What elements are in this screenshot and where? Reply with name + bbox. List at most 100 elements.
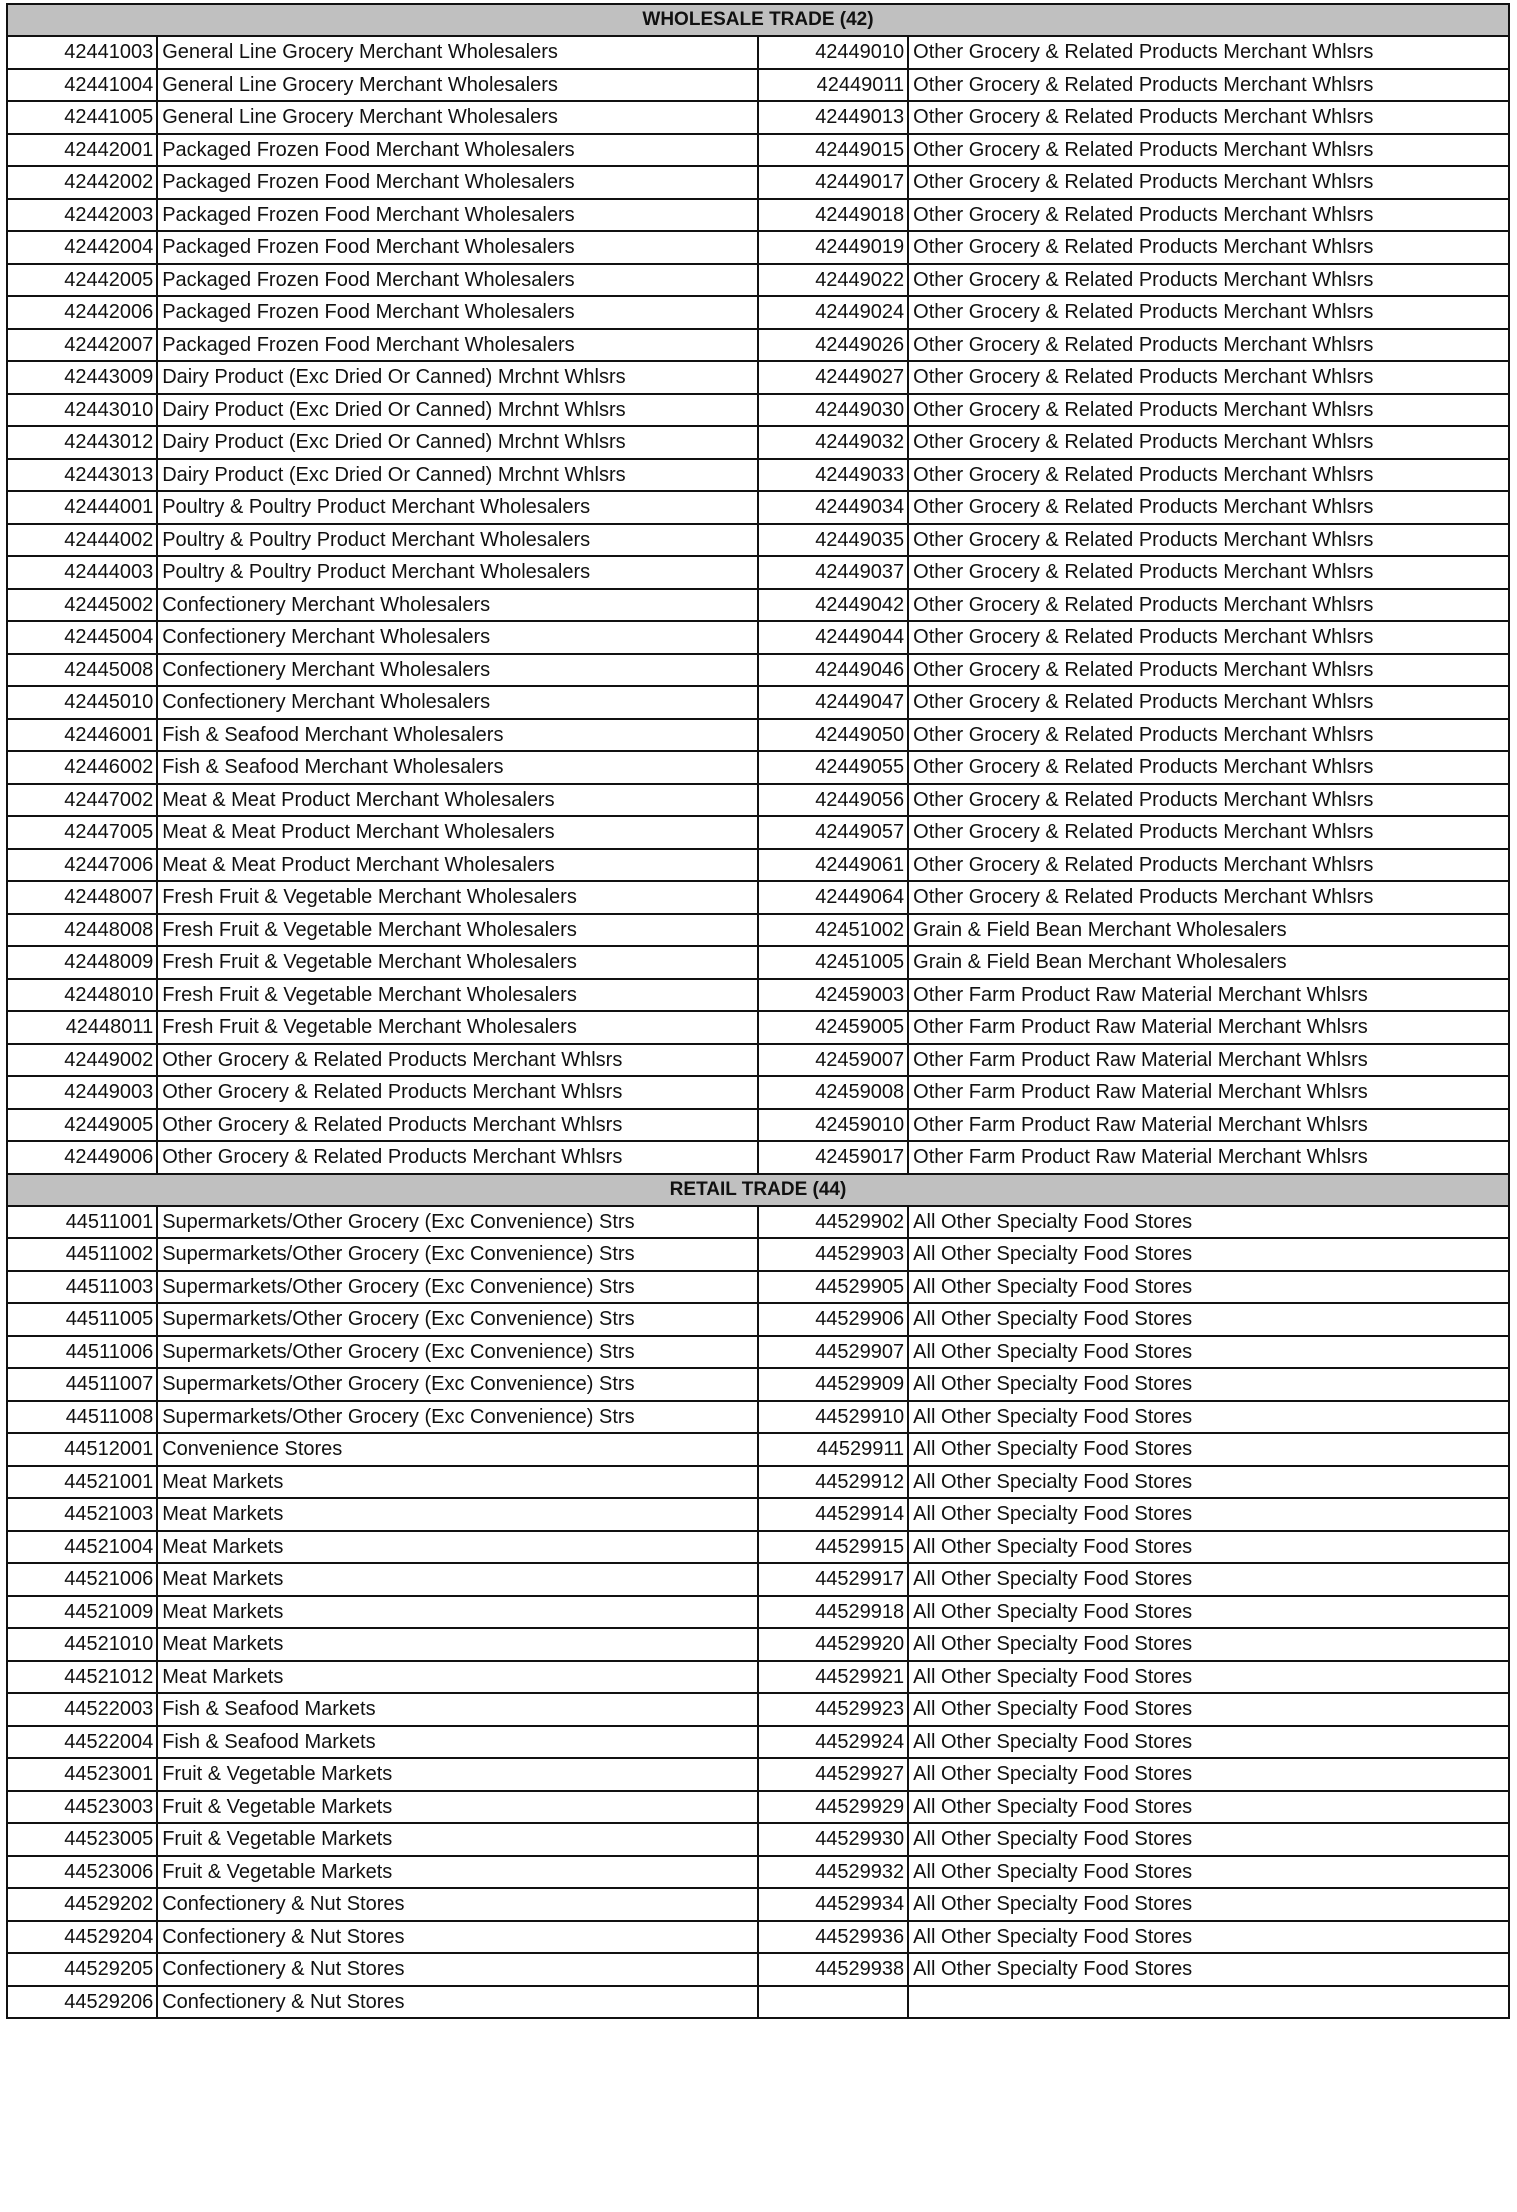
table-row: 42442002 Packaged Frozen Food Merchant Wh… xyxy=(5,165,1510,200)
right-code-cell: 44529934 xyxy=(756,1887,910,1922)
left-description-cell: General Line Grocery Merchant Wholesaler… xyxy=(156,35,759,70)
left-code-cell: 42444003 xyxy=(5,555,159,590)
table-row: 42444003 Poultry & Poultry Product Mercha… xyxy=(5,555,1510,590)
left-code-cell: 42442004 xyxy=(5,230,159,265)
right-code-cell: 42449057 xyxy=(756,815,910,850)
left-code-cell: 44521012 xyxy=(5,1659,159,1694)
left-code-cell: 42448008 xyxy=(5,912,159,947)
right-description-cell: Other Grocery & Related Products Merchan… xyxy=(907,197,1510,232)
right-code-cell: 42459010 xyxy=(756,1107,910,1142)
table-row: 44529202 Confectionery & Nut Stores 445299… xyxy=(5,1887,1510,1922)
right-description-cell: Other Farm Product Raw Material Merchant… xyxy=(907,1010,1510,1045)
right-code-cell: 44529920 xyxy=(756,1627,910,1662)
left-description-cell: Meat & Meat Product Merchant Wholesalers xyxy=(156,782,759,817)
left-description-cell: Other Grocery & Related Products Merchan… xyxy=(156,1075,759,1110)
right-code-cell: 44529938 xyxy=(756,1952,910,1987)
left-code-cell: 42441005 xyxy=(5,100,159,135)
right-code-cell: 44529930 xyxy=(756,1822,910,1857)
right-code-cell: 42449064 xyxy=(756,880,910,915)
table-row: 42441005 General Line Grocery Merchant Wh… xyxy=(5,100,1510,135)
left-code-cell: 42445004 xyxy=(5,620,159,655)
left-description-cell: Fresh Fruit & Vegetable Merchant Wholesa… xyxy=(156,945,759,980)
left-description-cell: Confectionery Merchant Wholesalers xyxy=(156,620,759,655)
right-code-cell: 42449042 xyxy=(756,587,910,622)
right-code-cell: 44529903 xyxy=(756,1237,910,1272)
right-code-cell: 42449022 xyxy=(756,262,910,297)
left-code-cell: 44511002 xyxy=(5,1237,159,1272)
table-row: 44512001 Convenience Stores 44529911 All Ot… xyxy=(5,1432,1510,1467)
right-description-cell: All Other Specialty Food Stores xyxy=(907,1854,1510,1889)
table-row: 42449003 Other Grocery & Related Products… xyxy=(5,1075,1510,1110)
table-row: 44511007 Supermarkets/Other Grocery (Exc … xyxy=(5,1367,1510,1402)
right-description-cell: Other Grocery & Related Products Merchan… xyxy=(907,457,1510,492)
right-code-cell: 42449047 xyxy=(756,685,910,720)
right-code-cell: 42449027 xyxy=(756,360,910,395)
right-code-cell: 44529932 xyxy=(756,1854,910,1889)
right-description-cell: Other Grocery & Related Products Merchan… xyxy=(907,717,1510,752)
table-row: 42449006 Other Grocery & Related Products… xyxy=(5,1140,1510,1175)
right-code-cell: 42449015 xyxy=(756,132,910,167)
table-row: 42445002 Confectionery Merchant Wholesale… xyxy=(5,587,1510,622)
right-description-cell: Grain & Field Bean Merchant Wholesalers xyxy=(907,912,1510,947)
left-description-cell: Poultry & Poultry Product Merchant Whole… xyxy=(156,522,759,557)
left-code-cell: 44523001 xyxy=(5,1757,159,1792)
left-description-cell: Fresh Fruit & Vegetable Merchant Wholesa… xyxy=(156,1010,759,1045)
left-code-cell: 44521010 xyxy=(5,1627,159,1662)
right-description-cell: Other Grocery & Related Products Merchan… xyxy=(907,522,1510,557)
table-row: 44511008 Supermarkets/Other Grocery (Exc … xyxy=(5,1399,1510,1434)
left-code-cell: 42442007 xyxy=(5,327,159,362)
left-code-cell: 42445002 xyxy=(5,587,159,622)
right-code-cell xyxy=(756,1984,910,2019)
left-description-cell: Meat Markets xyxy=(156,1627,759,1662)
left-description-cell: Supermarkets/Other Grocery (Exc Convenie… xyxy=(156,1204,759,1239)
left-code-cell: 44529206 xyxy=(5,1984,159,2019)
table-row: 42443010 Dairy Product (Exc Dried Or Cann… xyxy=(5,392,1510,427)
left-code-cell: 42442001 xyxy=(5,132,159,167)
right-description-cell: Other Grocery & Related Products Merchan… xyxy=(907,100,1510,135)
right-code-cell: 44529910 xyxy=(756,1399,910,1434)
right-description-cell: Other Farm Product Raw Material Merchant… xyxy=(907,1075,1510,1110)
table-row: 42444002 Poultry & Poultry Product Mercha… xyxy=(5,522,1510,557)
right-description-cell: Other Grocery & Related Products Merchan… xyxy=(907,847,1510,882)
right-code-cell: 44529923 xyxy=(756,1692,910,1727)
table-row: 42445004 Confectionery Merchant Wholesale… xyxy=(5,620,1510,655)
left-description-cell: Meat Markets xyxy=(156,1659,759,1694)
table-row: 44521001 Meat Markets 44529912 All Other Sp… xyxy=(5,1464,1510,1499)
table-row: 44523005 Fruit & Vegetable Markets 4452993… xyxy=(5,1822,1510,1857)
left-code-cell: 42445008 xyxy=(5,652,159,687)
left-code-cell: 42442003 xyxy=(5,197,159,232)
table-row: 44529205 Confectionery & Nut Stores 445299… xyxy=(5,1952,1510,1987)
right-code-cell: 44529909 xyxy=(756,1367,910,1402)
left-code-cell: 44529204 xyxy=(5,1919,159,1954)
right-description-cell: All Other Specialty Food Stores xyxy=(907,1399,1510,1434)
right-description-cell: Other Grocery & Related Products Merchan… xyxy=(907,425,1510,460)
left-code-cell: 44511005 xyxy=(5,1302,159,1337)
table-row: 44521009 Meat Markets 44529918 All Other Sp… xyxy=(5,1594,1510,1629)
right-description-cell: Other Grocery & Related Products Merchan… xyxy=(907,392,1510,427)
left-description-cell: Dairy Product (Exc Dried Or Canned) Mrch… xyxy=(156,425,759,460)
table-row: 42442001 Packaged Frozen Food Merchant Wh… xyxy=(5,132,1510,167)
right-description-cell: All Other Specialty Food Stores xyxy=(907,1724,1510,1759)
table-row: 44511002 Supermarkets/Other Grocery (Exc … xyxy=(5,1237,1510,1272)
right-code-cell: 42449061 xyxy=(756,847,910,882)
left-description-cell: Packaged Frozen Food Merchant Wholesaler… xyxy=(156,197,759,232)
left-description-cell: Supermarkets/Other Grocery (Exc Convenie… xyxy=(156,1269,759,1304)
section-title: RETAIL TRADE (44) xyxy=(6,1172,1510,1207)
right-description-cell: Other Grocery & Related Products Merchan… xyxy=(907,880,1510,915)
right-description-cell: All Other Specialty Food Stores xyxy=(907,1594,1510,1629)
right-code-cell: 42449033 xyxy=(756,457,910,492)
left-code-cell: 44521004 xyxy=(5,1529,159,1564)
right-code-cell: 42449010 xyxy=(756,35,910,70)
right-description-cell: Other Grocery & Related Products Merchan… xyxy=(907,262,1510,297)
section-title: WHOLESALE TRADE (42) xyxy=(6,3,1510,37)
left-code-cell: 44529205 xyxy=(5,1952,159,1987)
left-description-cell: Poultry & Poultry Product Merchant Whole… xyxy=(156,490,759,525)
right-code-cell: 42449056 xyxy=(756,782,910,817)
table-row: 42446001 Fish & Seafood Merchant Wholesal… xyxy=(5,717,1510,752)
left-description-cell: Confectionery & Nut Stores xyxy=(156,1952,759,1987)
table-row: 44511003 Supermarkets/Other Grocery (Exc … xyxy=(5,1269,1510,1304)
left-description-cell: Fruit & Vegetable Markets xyxy=(156,1854,759,1889)
left-description-cell: Fish & Seafood Markets xyxy=(156,1692,759,1727)
left-description-cell: Supermarkets/Other Grocery (Exc Convenie… xyxy=(156,1399,759,1434)
table-row: 44511005 Supermarkets/Other Grocery (Exc … xyxy=(5,1302,1510,1337)
